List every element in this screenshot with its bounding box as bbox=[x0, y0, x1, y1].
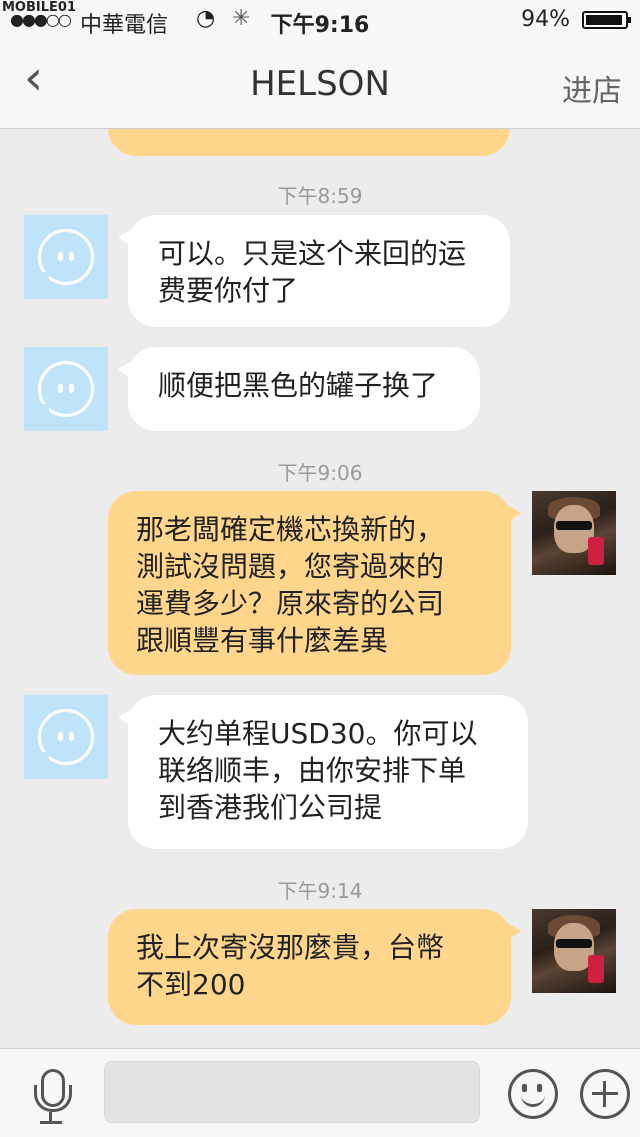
message-bubble-outgoing: 我上次寄沒那麼貴，台幣 不到200 bbox=[108, 909, 521, 1025]
timestamp: 下午9:06 bbox=[277, 461, 363, 485]
watermark-logo: MOBILE01 bbox=[0, 0, 78, 15]
status-bar: ●●●○○ 中華電信 ◔ ✳ 下午9:16 94% bbox=[0, 0, 640, 40]
user-avatar[interactable] bbox=[532, 909, 616, 993]
contact-avatar[interactable] bbox=[24, 695, 108, 779]
chat-face-icon bbox=[35, 361, 94, 417]
microphone-icon[interactable] bbox=[32, 1069, 72, 1125]
message-line: 费要你付了 bbox=[158, 274, 299, 307]
smiley-icon[interactable] bbox=[508, 1069, 558, 1119]
message-line: 我上次寄沒那麼貴，台幣 bbox=[136, 931, 445, 964]
nav-bar: ‹ HELSON 进店 bbox=[0, 40, 640, 129]
message-line: 不到200 bbox=[136, 968, 246, 1001]
message-line: 联络顺丰，由你安排下单 bbox=[158, 754, 467, 787]
timestamp: 下午9:14 bbox=[277, 879, 363, 903]
timestamp: 下午8:59 bbox=[277, 184, 363, 208]
message-line: 運費多少？原來寄的公司 bbox=[136, 587, 445, 620]
message-bubble-incoming: 大约单程USD30。你可以 联络顺丰，由你安排下单 到香港我们公司提 bbox=[118, 695, 528, 849]
chat-face-icon bbox=[35, 229, 94, 285]
message-line: 跟順豐有事什麼差異 bbox=[136, 624, 389, 657]
message-line: 顺便把黑色的罐子换了 bbox=[158, 369, 439, 402]
input-bar bbox=[0, 1048, 640, 1137]
message-line: 可以。只是这个来回的运 bbox=[158, 237, 467, 270]
message-bubble-outgoing bbox=[108, 128, 510, 156]
user-avatar[interactable] bbox=[532, 491, 616, 575]
chat-face-icon bbox=[35, 709, 94, 765]
message-line: 大约单程USD30。你可以 bbox=[158, 717, 478, 750]
message-line: 到香港我们公司提 bbox=[158, 791, 383, 824]
chat-thread[interactable]: 下午8:59 可以。只是这个来回的运 费要你付了 顺便把黑色的罐子换了 下午9:… bbox=[0, 128, 640, 1048]
battery-icon bbox=[582, 11, 631, 29]
battery-percent: 94% bbox=[521, 7, 570, 32]
message-bubble-outgoing: 那老闆確定機芯換新的， 測試沒問題，您寄過來的 運費多少？原來寄的公司 跟順豐有… bbox=[108, 491, 521, 675]
message-line: 那老闆確定機芯換新的， bbox=[136, 513, 445, 546]
message-input[interactable] bbox=[104, 1061, 480, 1123]
contact-avatar[interactable] bbox=[24, 215, 108, 299]
plus-circle-icon[interactable] bbox=[580, 1069, 630, 1119]
enter-store-button[interactable]: 进店 bbox=[562, 66, 622, 110]
message-line: 測試沒問題，您寄過來的 bbox=[136, 550, 445, 583]
message-bubble-incoming: 顺便把黑色的罐子换了 bbox=[118, 347, 480, 431]
page-title: HELSON bbox=[250, 64, 390, 104]
message-bubble-incoming: 可以。只是这个来回的运 费要你付了 bbox=[118, 215, 510, 327]
contact-avatar[interactable] bbox=[24, 347, 108, 431]
